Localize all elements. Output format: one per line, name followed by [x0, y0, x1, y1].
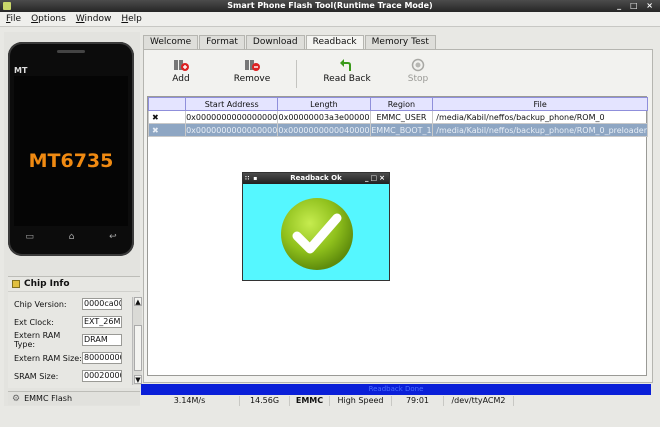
readback-ok-dialog[interactable]: ∷ ▪ Readback Ok _□× — [242, 172, 390, 281]
chip-info-scrollbar[interactable]: ▲ ▼ — [132, 297, 142, 385]
readback-table: Start Address Length Region File ✖ 0x000… — [147, 96, 648, 376]
progress-bar: Readback Done — [141, 384, 651, 395]
field-value[interactable]: 80000000 — [82, 352, 122, 364]
phone-navbar: ▭ ⌂ ↩ — [8, 232, 134, 242]
file-cell[interactable]: /media/Kabil/neffos/backup_phone/ROM_0 — [432, 110, 648, 124]
toolbar-separator — [296, 60, 297, 88]
add-button[interactable]: Add — [148, 54, 214, 92]
status-mode: High Speed — [330, 396, 392, 406]
back-icon: ↩ — [109, 232, 117, 242]
gear-icon: ⚙ — [12, 393, 21, 404]
read-back-icon — [339, 58, 355, 72]
field-label: Extern RAM Type: — [14, 331, 61, 349]
start-address-cell[interactable]: 0x0000000000000000 — [185, 110, 279, 124]
chip-info-panel: Chip Info Chip Version: 0000ca00 Ext Clo… — [8, 276, 142, 388]
tab-readback[interactable]: Readback — [305, 35, 364, 50]
chip-name: MT6735 — [28, 150, 114, 172]
chip-info-header[interactable]: Chip Info — [8, 277, 140, 292]
emmc-flash-header[interactable]: ⚙ EMMC Flash — [8, 391, 140, 405]
row-checkbox[interactable]: ✖ — [147, 110, 187, 124]
add-label: Add — [172, 74, 190, 84]
emmc-flash-label: EMMC Flash — [24, 394, 73, 403]
stop-button[interactable]: Stop — [385, 54, 451, 92]
app-icon — [3, 2, 11, 10]
remove-icon — [244, 58, 260, 72]
menu-help[interactable]: Help — [121, 14, 142, 24]
window-title: Smart Phone Flash Tool(Runtime Trace Mod… — [227, 1, 433, 10]
column-header-region[interactable]: Region — [369, 97, 434, 111]
table-header: Start Address Length Region File — [147, 97, 648, 111]
menu-options[interactable]: Options — [31, 14, 66, 24]
column-header-file[interactable]: File — [432, 97, 648, 111]
status-size: 14.56G — [240, 396, 290, 406]
status-storage: EMMC — [290, 396, 330, 406]
region-cell[interactable]: EMMC_BOOT_1 — [369, 123, 434, 137]
region-cell[interactable]: EMMC_USER — [369, 110, 434, 124]
remove-label: Remove — [233, 74, 271, 84]
read-back-button[interactable]: Read Back — [309, 54, 385, 92]
readback-panel: Add Remove Read Back Stop Start Address … — [143, 49, 653, 383]
menu-window[interactable]: Window — [76, 14, 112, 24]
start-address-cell[interactable]: 0x0000000000000000 — [185, 123, 279, 137]
status-time: 79:01 — [392, 396, 444, 406]
chip-field: Extern RAM Size: 80000000 — [14, 351, 122, 365]
length-cell[interactable]: 0x00000003a3e00000 — [277, 110, 371, 124]
tab-memory-test[interactable]: Memory Test — [364, 35, 436, 49]
chip-info-title: Chip Info — [24, 278, 70, 289]
home-icon: ⌂ — [68, 232, 75, 242]
menu-bar: File Options Window Help — [0, 12, 660, 27]
status-bar: 3.14M/s 14.56G EMMC High Speed 79:01 /de… — [140, 396, 652, 406]
phone-brand: MT — [14, 66, 28, 75]
field-label: Ext Clock: — [14, 317, 54, 327]
row-checkbox[interactable]: ✖ — [147, 123, 187, 137]
chip-field: Chip Version: 0000ca00 — [14, 297, 122, 311]
tab-bar: Welcome Format Download Readback Memory … — [143, 35, 437, 50]
checkmark-icon — [281, 198, 353, 270]
status-speed: 3.14M/s — [140, 396, 240, 406]
file-cell[interactable]: /media/Kabil/neffos/backup_phone/ROM_0_p… — [432, 123, 648, 137]
stop-icon — [410, 58, 426, 72]
stop-label: Stop — [407, 74, 429, 84]
column-header-check[interactable] — [147, 97, 187, 111]
window-controls[interactable]: _ □ × — [617, 0, 656, 12]
scroll-up-icon[interactable]: ▲ — [134, 297, 142, 306]
table-row[interactable]: ✖ 0x0000000000000000 0x00000003a3e00000 … — [147, 110, 648, 124]
readback-toolbar: Add Remove Read Back Stop — [148, 54, 648, 92]
field-value[interactable]: 00020000 — [82, 370, 122, 382]
field-label: SRAM Size: — [14, 371, 59, 381]
chip-icon — [12, 280, 20, 288]
recent-apps-icon: ▭ — [25, 232, 34, 242]
menu-file[interactable]: File — [6, 14, 21, 24]
dialog-title-bar[interactable]: ∷ ▪ Readback Ok _□× — [243, 173, 389, 184]
field-label: Chip Version: — [14, 299, 67, 309]
tab-download[interactable]: Download — [245, 35, 305, 49]
table-row[interactable]: ✖ 0x0000000000000000 0x0000000000040000 … — [147, 123, 648, 137]
column-header-start-address[interactable]: Start Address — [185, 97, 279, 111]
field-value[interactable]: 0000ca00 — [82, 298, 122, 310]
field-label: Extern RAM Size: — [14, 353, 82, 363]
status-port: /dev/ttyACM2 — [444, 396, 514, 406]
status-area: Readback Done 3.14M/s 14.56G EMMC High S… — [140, 384, 652, 406]
tab-welcome[interactable]: Welcome — [143, 35, 199, 49]
length-cell[interactable]: 0x0000000000040000 — [277, 123, 371, 137]
column-header-length[interactable]: Length — [277, 97, 371, 111]
read-back-label: Read Back — [323, 74, 371, 84]
chip-field: Extern RAM Type: DRAM — [14, 331, 122, 349]
remove-button[interactable]: Remove — [214, 54, 290, 92]
field-value[interactable]: DRAM — [82, 334, 122, 346]
dialog-title: Readback Ok — [290, 174, 342, 182]
tab-format[interactable]: Format — [199, 35, 245, 49]
phone-speaker — [57, 50, 85, 53]
chip-field: SRAM Size: 00020000 — [14, 369, 122, 383]
title-bar: Smart Phone Flash Tool(Runtime Trace Mod… — [0, 0, 660, 12]
chip-field: Ext Clock: EXT_26M — [14, 315, 122, 329]
phone-image: MT MT6735 ▭ ⌂ ↩ — [8, 42, 134, 256]
dialog-controls[interactable]: _□× — [365, 173, 387, 184]
add-icon — [173, 58, 189, 72]
field-value[interactable]: EXT_26M — [82, 316, 122, 328]
scroll-down-icon[interactable]: ▼ — [134, 375, 142, 384]
scroll-thumb[interactable] — [134, 325, 142, 371]
dialog-menu-icon[interactable]: ∷ ▪ — [245, 173, 258, 184]
